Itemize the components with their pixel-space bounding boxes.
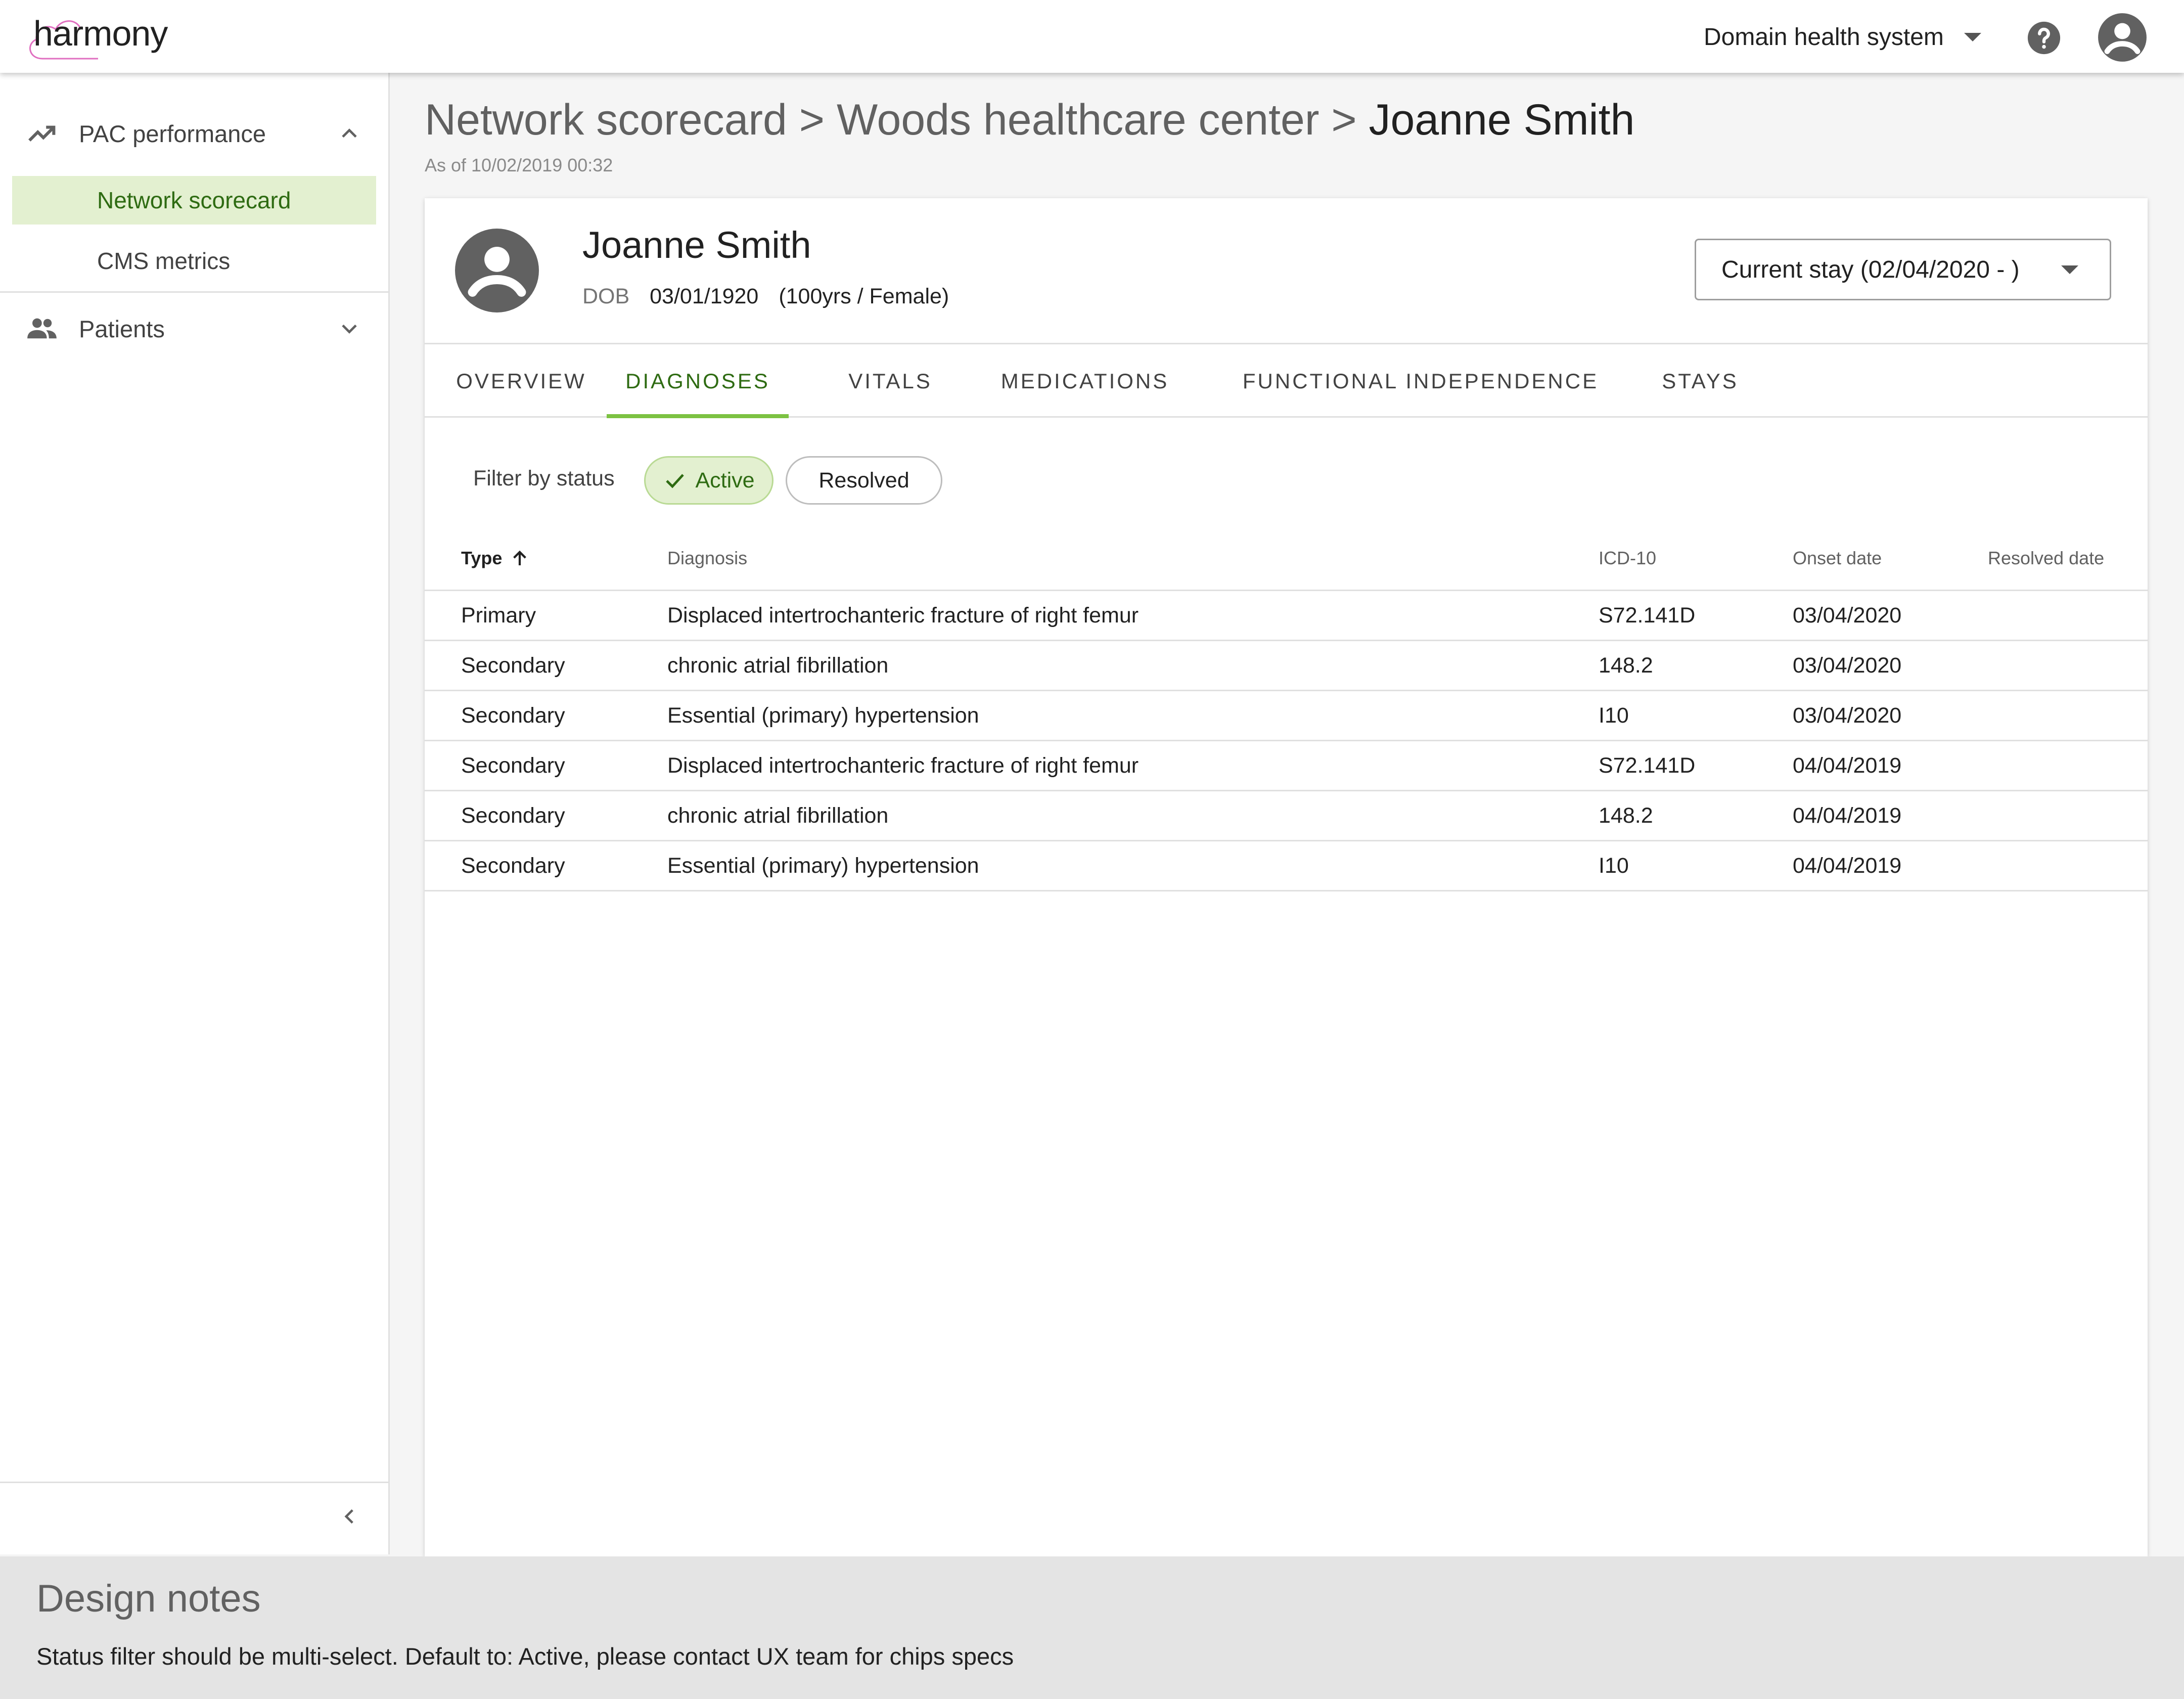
chevron-up-icon[interactable] <box>336 120 362 147</box>
cell-diagnosis: chronic atrial fibrillation <box>667 653 889 678</box>
cell-type: Secondary <box>461 853 565 878</box>
tab-overview[interactable]: OVERVIEW <box>434 344 609 418</box>
sidebar-item-cms-metrics[interactable]: CMS metrics <box>12 237 376 285</box>
chevron-down-icon <box>2061 265 2078 274</box>
as-of-timestamp: As of 10/02/2019 00:32 <box>425 155 613 175</box>
cell-type: Secondary <box>461 803 565 828</box>
table-row[interactable]: Secondary Displaced intertrochanteric fra… <box>425 741 2148 791</box>
cell-type: Secondary <box>461 703 565 728</box>
table-row[interactable]: Secondary chronic atrial fibrillation 148.… <box>425 791 2148 841</box>
column-header-resolved-date[interactable]: Resolved date <box>1988 527 2104 590</box>
sidebar-item-label: Network scorecard <box>97 187 291 213</box>
cell-diagnosis: Displaced intertrochanteric fracture of … <box>667 753 1139 778</box>
chevron-down-icon <box>1964 32 1981 41</box>
stay-selector[interactable]: Current stay (02/04/2020 - ) <box>1695 239 2111 300</box>
diagnoses-table: Type Diagnosis ICD-10 Onset date Resolve… <box>425 527 2148 891</box>
cell-type: Secondary <box>461 653 565 678</box>
cell-type: Primary <box>461 603 536 628</box>
cell-icd10: S72.141D <box>1599 753 1696 778</box>
tab-functional-independence[interactable]: FUNCTIONAL INDEPENDENCE <box>1218 344 1623 418</box>
column-header-label: Type <box>461 548 503 568</box>
check-icon <box>666 474 685 488</box>
breadcrumb-current: Joanne Smith <box>1369 96 1635 144</box>
age-sex: (100yrs / Female) <box>779 284 949 308</box>
chevron-down-icon[interactable] <box>336 316 362 342</box>
tab-diagnoses[interactable]: DIAGNOSES <box>607 344 789 418</box>
cell-icd10: 148.2 <box>1599 653 1653 678</box>
sidebar-group-patients[interactable]: Patients <box>0 298 388 359</box>
design-notes-text: Status filter should be multi-select. De… <box>36 1643 1014 1670</box>
patient-tabs: OVERVIEW DIAGNOSES VITALS MEDICATIONS FU… <box>425 343 2148 418</box>
account-circle-icon[interactable] <box>2097 12 2148 63</box>
patient-card: Joanne Smith DOB 03/01/1920 (100yrs / Fe… <box>425 198 2148 1556</box>
cell-type: Secondary <box>461 753 565 778</box>
table-body: Primary Displaced intertrochanteric fract… <box>425 591 2148 891</box>
sidebar-group-pac-performance[interactable]: PAC performance <box>0 103 388 164</box>
cell-onset-date: 04/04/2019 <box>1793 853 1902 878</box>
sidebar-divider <box>0 291 388 293</box>
table-row[interactable]: Secondary Essential (primary) hypertensio… <box>425 691 2148 741</box>
design-notes-title: Design notes <box>36 1577 261 1620</box>
sidebar-item-label: CMS metrics <box>97 248 231 274</box>
breadcrumb: Network scorecard > Woods healthcare cen… <box>425 95 1634 145</box>
app-logo-text[interactable]: harmony <box>33 13 168 54</box>
column-header-diagnosis[interactable]: Diagnosis <box>667 527 747 590</box>
patient-name: Joanne Smith <box>582 224 811 266</box>
filter-chip-active[interactable]: Active <box>644 456 774 505</box>
cell-onset-date: 04/04/2019 <box>1793 803 1902 828</box>
filter-chip-resolved[interactable]: Resolved <box>786 456 942 505</box>
tab-vitals[interactable]: VITALS <box>817 344 964 418</box>
patient-dob-row: DOB 03/01/1920 (100yrs / Female) <box>582 284 949 309</box>
sidebar-nav: PAC performance Network scorecard CMS me… <box>0 73 390 1554</box>
filter-label: Filter by status <box>473 466 615 490</box>
help-icon[interactable] <box>2026 20 2062 56</box>
table-row[interactable]: Secondary Essential (primary) hypertensio… <box>425 841 2148 891</box>
filter-chip-label: Resolved <box>818 468 909 493</box>
sidebar-group-label: PAC performance <box>79 120 266 147</box>
organization-selector-label: Domain health system <box>1704 23 1944 51</box>
breadcrumb-separator: > <box>1331 96 1357 144</box>
chevron-left-icon[interactable] <box>337 1504 362 1529</box>
filter-chip-label: Active <box>695 468 755 493</box>
dob-label: DOB <box>582 284 630 308</box>
breadcrumb-link-network-scorecard[interactable]: Network scorecard <box>425 96 787 144</box>
table-row[interactable]: Primary Displaced intertrochanteric fract… <box>425 591 2148 641</box>
dob-value: 03/01/1920 <box>650 284 759 308</box>
cell-diagnosis: Displaced intertrochanteric fracture of … <box>667 603 1139 628</box>
tab-medications[interactable]: MEDICATIONS <box>984 344 1186 418</box>
cell-diagnosis: chronic atrial fibrillation <box>667 803 889 828</box>
cell-icd10: S72.141D <box>1599 603 1696 628</box>
table-header: Type Diagnosis ICD-10 Onset date Resolve… <box>425 527 2148 591</box>
people-icon <box>27 318 57 339</box>
design-notes-panel: Design notes Status filter should be mul… <box>0 1556 2184 1699</box>
sidebar-group-label: Patients <box>79 315 165 342</box>
top-app-bar: harmony Domain health system <box>0 0 2184 73</box>
tab-stays[interactable]: STAYS <box>1628 344 1772 418</box>
arrow-up-icon <box>513 550 527 565</box>
cell-onset-date: 03/04/2020 <box>1793 653 1902 678</box>
cell-diagnosis: Essential (primary) hypertension <box>667 853 979 878</box>
column-header-type[interactable]: Type <box>461 527 530 590</box>
cell-onset-date: 03/04/2020 <box>1793 603 1902 628</box>
column-header-onset-date[interactable]: Onset date <box>1793 527 1882 590</box>
sidebar-item-network-scorecard[interactable]: Network scorecard <box>12 176 376 225</box>
organization-selector[interactable]: Domain health system <box>1704 19 1981 55</box>
breadcrumb-separator: > <box>799 96 825 144</box>
table-row[interactable]: Secondary chronic atrial fibrillation 148.… <box>425 641 2148 691</box>
patient-avatar-icon <box>455 229 539 312</box>
cell-onset-date: 03/04/2020 <box>1793 703 1902 728</box>
sidebar-divider <box>0 1482 388 1483</box>
cell-icd10: I10 <box>1599 703 1629 728</box>
breadcrumb-link-facility[interactable]: Woods healthcare center <box>837 96 1320 144</box>
stay-selector-value: Current stay (02/04/2020 - ) <box>1721 256 2020 283</box>
cell-icd10: 148.2 <box>1599 803 1653 828</box>
cell-onset-date: 04/04/2019 <box>1793 753 1902 778</box>
cell-icd10: I10 <box>1599 853 1629 878</box>
trending-up-icon <box>28 125 56 142</box>
column-header-icd10[interactable]: ICD-10 <box>1599 527 1656 590</box>
cell-diagnosis: Essential (primary) hypertension <box>667 703 979 728</box>
